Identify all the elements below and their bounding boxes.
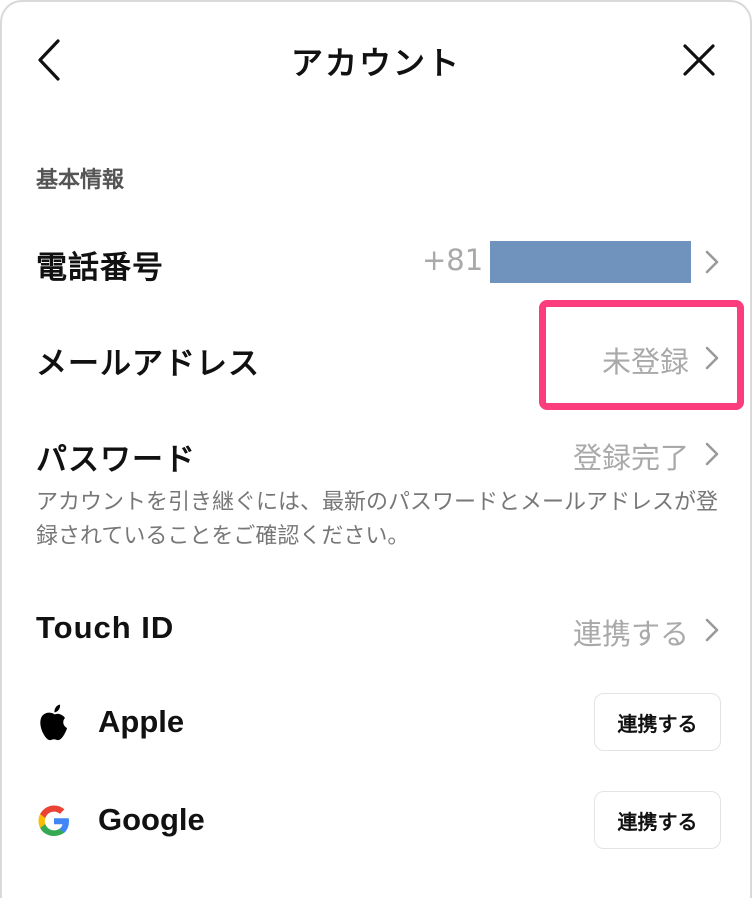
apple-label: Apple xyxy=(98,704,185,739)
touch-id-status: 連携する xyxy=(573,617,690,651)
google-link-button[interactable]: 連携する xyxy=(594,791,721,849)
row-google: Google 連携する xyxy=(2,780,750,860)
close-icon xyxy=(683,44,715,76)
apple-link-button[interactable]: 連携する xyxy=(594,693,721,751)
phone-number-redaction xyxy=(490,241,691,283)
google-label: Google xyxy=(98,802,205,837)
password-status: 登録完了 xyxy=(573,441,690,475)
row-password[interactable]: パスワード 登録完了 xyxy=(2,412,750,492)
highlight-box xyxy=(539,300,744,410)
chevron-right-icon xyxy=(705,442,719,466)
account-screen: アカウント 基本情報 電話番号 +81 メールアドレス 未登録 パスワード 登録… xyxy=(0,0,752,898)
email-label: メールアドレス xyxy=(36,346,260,382)
section-label-basic-info: 基本情報 xyxy=(36,168,125,193)
phone-label: 電話番号 xyxy=(36,250,164,286)
password-label: パスワード xyxy=(36,442,196,478)
touch-id-label: Touch ID xyxy=(36,610,175,645)
row-apple: Apple 連携する xyxy=(2,682,750,762)
header: アカウント xyxy=(2,2,750,118)
chevron-right-icon xyxy=(705,618,719,642)
chevron-right-icon xyxy=(705,250,719,274)
close-button[interactable] xyxy=(674,32,724,88)
row-touch-id[interactable]: Touch ID 連携する xyxy=(2,588,750,668)
password-note: アカウントを引き継ぐには、最新のパスワードとメールアドレスが登録されていることを… xyxy=(36,490,719,549)
phone-country-code: +81 xyxy=(422,243,484,277)
apple-icon xyxy=(36,704,72,742)
page-title: アカウント xyxy=(290,44,461,82)
google-icon xyxy=(36,802,72,840)
